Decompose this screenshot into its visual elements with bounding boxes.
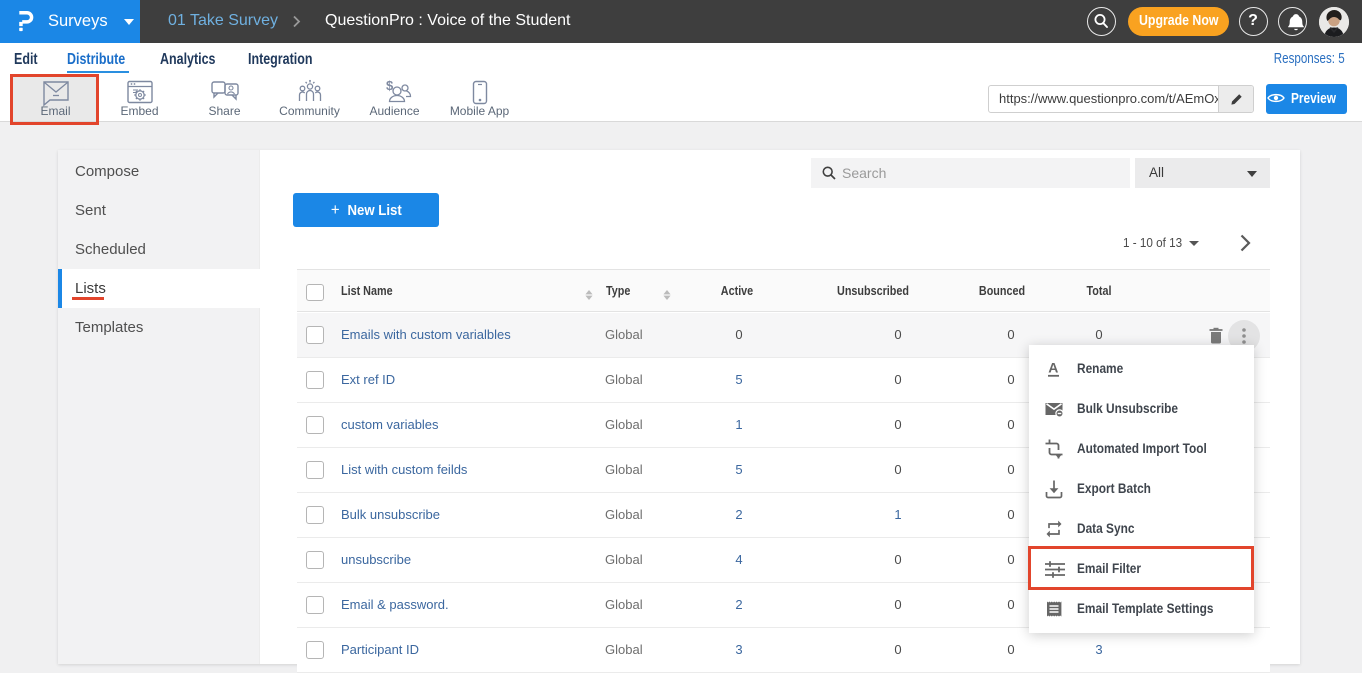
- svg-text:A: A: [1048, 360, 1058, 376]
- svg-text:$: $: [386, 79, 394, 93]
